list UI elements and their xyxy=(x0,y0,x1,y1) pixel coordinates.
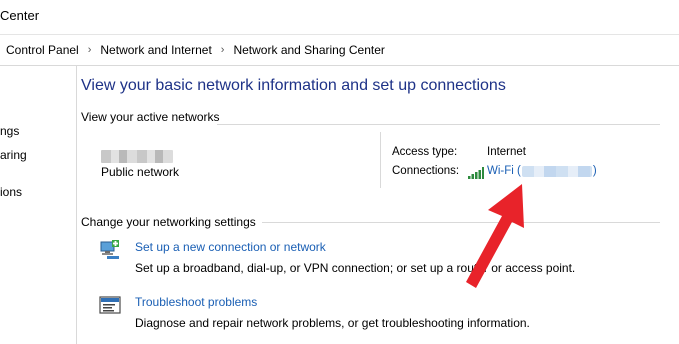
breadcrumb-control-panel[interactable]: Control Panel xyxy=(6,43,79,57)
page-title: View your basic network information and … xyxy=(81,77,506,94)
sidebar-item-options[interactable]: ions xyxy=(0,185,74,199)
title-bar: Center xyxy=(0,0,679,35)
breadcrumb: Control Panel › Network and Internet › N… xyxy=(6,43,385,57)
wifi-link-suffix: ) xyxy=(592,165,597,177)
section-divider xyxy=(259,222,660,223)
chevron-right-icon[interactable]: › xyxy=(88,44,92,56)
section-divider xyxy=(217,124,660,125)
red-arrow-icon xyxy=(466,184,524,288)
wifi-connection-link[interactable]: Wi-Fi ( ) xyxy=(487,165,597,177)
active-networks-heading: View your active networks xyxy=(81,110,226,124)
sidebar: ngs aring ions xyxy=(0,66,77,344)
network-type-label: Public network xyxy=(101,165,180,179)
access-type-value: Internet xyxy=(487,146,526,158)
wifi-signal-icon xyxy=(468,167,484,179)
main-content: View your basic network information and … xyxy=(77,66,679,344)
access-type-label: Access type: xyxy=(392,146,458,158)
chevron-right-icon[interactable]: › xyxy=(221,44,225,56)
breadcrumb-network-and-sharing-center[interactable]: Network and Sharing Center xyxy=(233,43,384,57)
troubleshoot-problems-link[interactable]: Troubleshoot problems xyxy=(135,295,257,309)
new-connection-icon xyxy=(100,240,119,259)
sidebar-item-adapter-settings[interactable]: ngs xyxy=(0,124,74,138)
setup-new-connection-link[interactable]: Set up a new connection or network xyxy=(135,240,326,254)
wifi-ssid-blurred xyxy=(521,165,592,177)
troubleshoot-icon xyxy=(99,296,121,314)
network-name-blurred xyxy=(101,150,173,163)
vertical-divider xyxy=(380,132,381,188)
sidebar-item-sharing-settings[interactable]: aring xyxy=(0,148,74,162)
networking-settings-heading: Change your networking settings xyxy=(81,215,262,229)
window-title: Center xyxy=(0,8,40,23)
connections-label: Connections: xyxy=(392,165,460,177)
address-bar[interactable]: Control Panel › Network and Internet › N… xyxy=(0,35,679,66)
troubleshoot-problems-description: Diagnose and repair network problems, or… xyxy=(135,316,530,330)
breadcrumb-network-and-internet[interactable]: Network and Internet xyxy=(100,43,211,57)
wifi-link-prefix: Wi-Fi ( xyxy=(487,165,521,177)
